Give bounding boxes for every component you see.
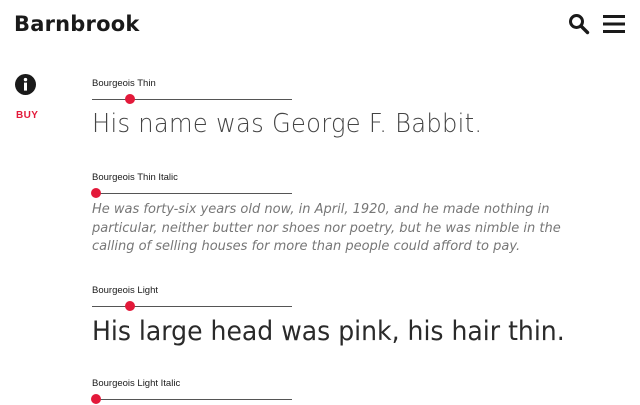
hamburger-menu-icon[interactable]: [603, 15, 625, 33]
font-size-slider[interactable]: [91, 187, 292, 199]
slider-track: [92, 99, 292, 100]
slider-thumb[interactable]: [91, 394, 101, 404]
buy-link[interactable]: BUY: [16, 110, 38, 121]
slider-track: [92, 306, 292, 307]
font-size-slider[interactable]: [92, 300, 292, 312]
specimen-section: Bourgeois Thin His name was George F. Ba…: [92, 78, 620, 139]
specimen-section: Bourgeois Thin Italic He was forty-six y…: [91, 172, 620, 254]
slider-thumb[interactable]: [91, 188, 101, 198]
slider-thumb[interactable]: [125, 94, 135, 104]
info-icon[interactable]: [15, 74, 36, 95]
font-size-slider[interactable]: [92, 93, 292, 105]
logo[interactable]: Barnbrook: [14, 12, 140, 36]
specimen-section: Bourgeois Light Italic: [91, 378, 620, 404]
font-name-label: Bourgeois Light: [92, 285, 159, 296]
font-name-label: Bourgeois Thin: [92, 78, 156, 89]
font-size-slider[interactable]: [91, 393, 292, 405]
font-name-label: Bourgeois Thin Italic: [92, 172, 178, 183]
slider-thumb[interactable]: [125, 301, 135, 311]
sample-text: He was forty-six years old now, in April…: [92, 202, 561, 254]
sample-text: His large head was pink, his hair thin.: [92, 316, 565, 347]
specimen-section: Bourgeois Light His large head was pink,…: [92, 285, 620, 347]
search-icon[interactable]: [568, 13, 590, 35]
font-name-label: Bourgeois Light Italic: [92, 378, 181, 389]
sample-text: His name was George F. Babbit.: [92, 109, 483, 139]
slider-track: [92, 193, 292, 194]
